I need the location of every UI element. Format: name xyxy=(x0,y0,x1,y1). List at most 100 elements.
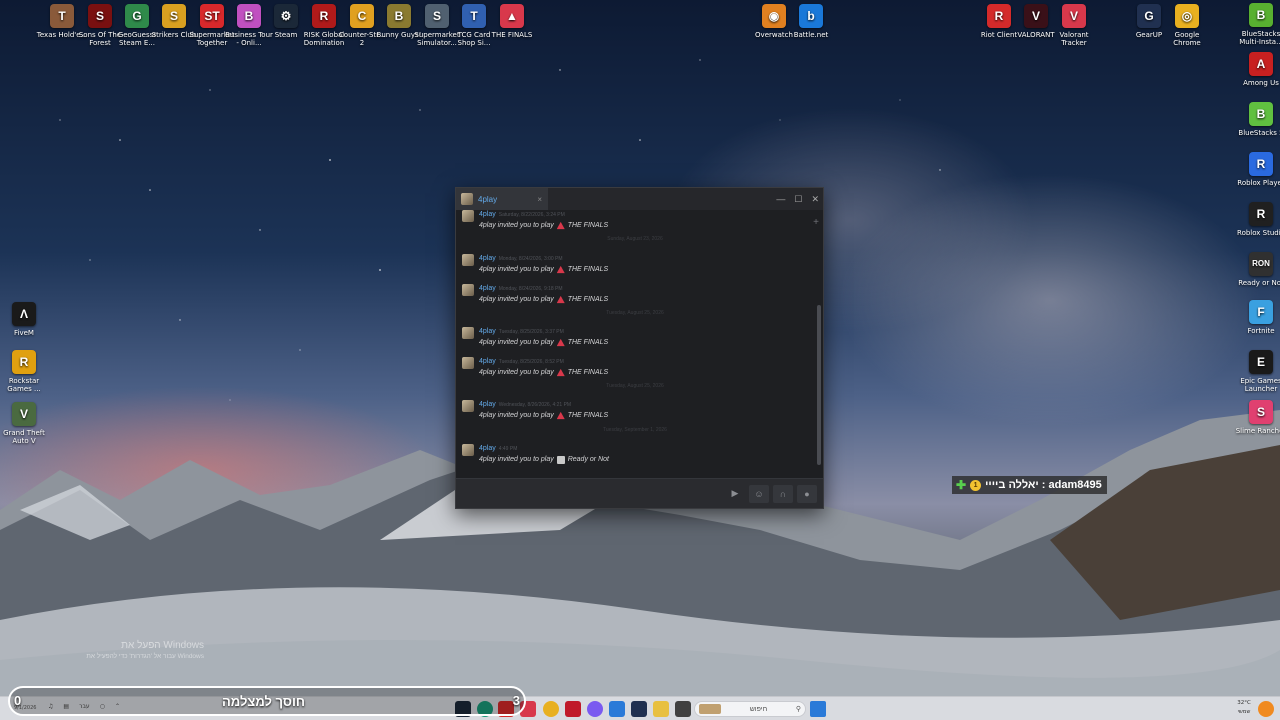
fivem-icon: Λ xyxy=(12,302,36,326)
message-text: 4play invited you to play xyxy=(479,456,554,463)
desktop-icon-gta-v[interactable]: V Grand Theft Auto V xyxy=(0,402,50,445)
chat-message[interactable]: 4play Monday, 8/24/2026, 9:18 PM 4play inv… xyxy=(462,284,808,305)
desktop-icon-roblox-studio[interactable]: R Roblox Studio xyxy=(1235,202,1280,237)
chat-input-bar[interactable]: ▶ ☺ ∩ ● xyxy=(456,478,823,508)
game-name[interactable]: THE FINALS xyxy=(568,264,608,275)
temperature: 32°C xyxy=(1237,700,1251,706)
desktop-icon-valorant-tracker[interactable]: V Valorant Tracker xyxy=(1048,4,1100,47)
overwatch-icon: ◉ xyxy=(762,4,786,28)
player-name-tag: ✚ 1 יאללה ביייי : adam8495 xyxy=(952,476,1107,494)
taskbar-app-icon[interactable] xyxy=(565,701,581,717)
desktop-icon-fortnite[interactable]: F Fortnite xyxy=(1235,300,1280,335)
taskbar-taskview-icon[interactable] xyxy=(675,701,691,717)
scroll-thumb[interactable] xyxy=(817,305,821,465)
chat-titlebar[interactable]: 4play × — ☐ ✕ xyxy=(456,188,823,210)
tab-close-icon[interactable]: × xyxy=(537,195,542,204)
chat-tab-4play[interactable]: 4play × xyxy=(456,188,548,210)
desktop-icon-label: Ready or Not xyxy=(1238,279,1280,287)
weather-text: שמשי xyxy=(1237,709,1251,715)
taskbar-snip-icon[interactable] xyxy=(631,701,647,717)
steam-icon: ⚙ xyxy=(274,4,298,28)
message-text: 4play invited you to play xyxy=(479,222,554,229)
desktop-icon-label: BlueStacks 5 xyxy=(1238,129,1280,137)
plus-icon: ✚ xyxy=(956,478,967,492)
desktop-icon-bluestacks-multi[interactable]: B BlueStacks Multi-Insta... xyxy=(1235,3,1280,46)
sender-name[interactable]: 4play xyxy=(479,255,496,262)
the-finals-icon xyxy=(556,338,565,347)
taskbar-messenger-icon[interactable] xyxy=(587,701,603,717)
sender-avatar-icon[interactable] xyxy=(462,210,474,222)
sender-name[interactable]: 4play xyxy=(479,285,496,292)
game-name[interactable]: THE FINALS xyxy=(568,367,608,378)
desktop-icon-label: Battle.net xyxy=(793,31,829,39)
sender-avatar-icon[interactable] xyxy=(462,254,474,266)
voice-icon[interactable]: ● xyxy=(797,484,817,503)
friend-avatar-icon xyxy=(461,193,473,205)
taskbar-chrome-icon[interactable] xyxy=(543,701,559,717)
minimize-button[interactable]: — xyxy=(776,194,785,204)
weather-sun-icon[interactable] xyxy=(1258,701,1274,717)
sender-name[interactable]: 4play xyxy=(479,445,496,452)
chat-message[interactable]: 4play Tuesday, 8/25/2026, 8:52 PM 4play in… xyxy=(462,357,808,378)
desktop-icon-roblox-player[interactable]: R Roblox Player xyxy=(1235,152,1280,187)
attach-icon[interactable]: ∩ xyxy=(773,484,793,503)
sender-avatar-icon[interactable] xyxy=(462,444,474,456)
game-name[interactable]: THE FINALS xyxy=(568,294,608,305)
bluestacks-icon: B xyxy=(1249,102,1273,126)
maximize-button[interactable]: ☐ xyxy=(794,194,802,205)
sender-avatar-icon[interactable] xyxy=(462,400,474,412)
desktop-icon-the-finals[interactable]: ▲ THE FINALS xyxy=(486,4,538,39)
battlenet-icon: b xyxy=(799,4,823,28)
taskbar-mail-icon[interactable] xyxy=(609,701,625,717)
desktop-icon-among-us[interactable]: A Among Us xyxy=(1235,52,1280,87)
epic-games-icon: E xyxy=(1249,350,1273,374)
the-finals-icon xyxy=(556,265,565,274)
weather-widget[interactable]: 32°C שמשי xyxy=(1226,699,1262,717)
desktop-icon-slime-rancher[interactable]: S Slime Rancher xyxy=(1235,400,1280,435)
the-finals-icon: ▲ xyxy=(500,4,524,28)
recording-count-left: 0 xyxy=(14,693,22,708)
steam-chat-window[interactable]: 4play × — ☐ ✕ 4play Saturday, 8/22/2026, … xyxy=(455,187,824,509)
chat-history[interactable]: 4play Saturday, 8/22/2026, 3:24 PM 4play i… xyxy=(456,210,814,480)
desktop-icon-fivem[interactable]: Λ FiveM xyxy=(0,302,50,337)
emoticon-icon[interactable]: ☺ xyxy=(749,484,769,503)
sender-name[interactable]: 4play xyxy=(479,328,496,335)
game-name[interactable]: Ready or Not xyxy=(568,454,609,465)
desktop-icon-chrome[interactable]: ◎ Google Chrome xyxy=(1161,4,1213,47)
riot-client-icon: R xyxy=(987,4,1011,28)
chat-scrollbar[interactable] xyxy=(817,210,821,480)
sender-name[interactable]: 4play xyxy=(479,401,496,408)
recording-count-right: 3 xyxy=(512,693,520,708)
date-divider: Sunday, August 23, 2026 xyxy=(607,236,663,242)
send-icon[interactable]: ▶ xyxy=(725,485,745,503)
sender-avatar-icon[interactable] xyxy=(462,284,474,296)
desktop-icon-epic-games[interactable]: E Epic Games Launcher xyxy=(1235,350,1280,393)
bluestacks-multi-icon: B xyxy=(1249,3,1273,27)
close-button[interactable]: ✕ xyxy=(811,194,819,205)
taskbar-search-input[interactable]: חיפוש ⚲ xyxy=(694,701,806,717)
desktop-icon-label: THE FINALS xyxy=(491,31,533,39)
sender-avatar-icon[interactable] xyxy=(462,327,474,339)
roblox-studio-icon: R xyxy=(1249,202,1273,226)
sender-avatar-icon[interactable] xyxy=(462,357,474,369)
desktop-icon-bluestacks[interactable]: B BlueStacks 5 xyxy=(1235,102,1280,137)
desktop-icon-label: Valorant Tracker xyxy=(1059,31,1089,47)
date-divider: Tuesday, August 25, 2026 xyxy=(606,310,664,316)
game-name[interactable]: THE FINALS xyxy=(568,220,608,231)
chat-message[interactable]: 4play Monday, 8/24/2026, 3:00 PM 4play inv… xyxy=(462,254,808,275)
desktop-icon-label: Roblox Player xyxy=(1237,179,1280,187)
the-finals-icon xyxy=(556,368,565,377)
chat-message[interactable]: 4play Tuesday, 8/25/2026, 3:37 PM 4play in… xyxy=(462,327,808,348)
sender-name[interactable]: 4play xyxy=(479,358,496,365)
chat-message[interactable]: 4play Wednesday, 8/26/2026, 4:21 PM 4play … xyxy=(462,400,808,421)
chat-message[interactable]: 4play Saturday, 8/22/2026, 3:24 PM 4play i… xyxy=(462,210,808,231)
taskbar-folder-icon[interactable] xyxy=(653,701,669,717)
desktop-icon-ready-or-not[interactable]: RON Ready or Not xyxy=(1235,252,1280,287)
sender-name[interactable]: 4play xyxy=(479,211,496,218)
desktop-icon-battlenet[interactable]: b Battle.net xyxy=(785,4,837,39)
game-name[interactable]: THE FINALS xyxy=(568,410,608,421)
start-windows-icon[interactable] xyxy=(810,701,826,717)
chat-message[interactable]: 4play 4:49 PM 4play invited you to play Rea… xyxy=(462,444,808,465)
desktop-icon-rockstar[interactable]: R Rockstar Games ... xyxy=(0,350,50,393)
game-name[interactable]: THE FINALS xyxy=(568,337,608,348)
